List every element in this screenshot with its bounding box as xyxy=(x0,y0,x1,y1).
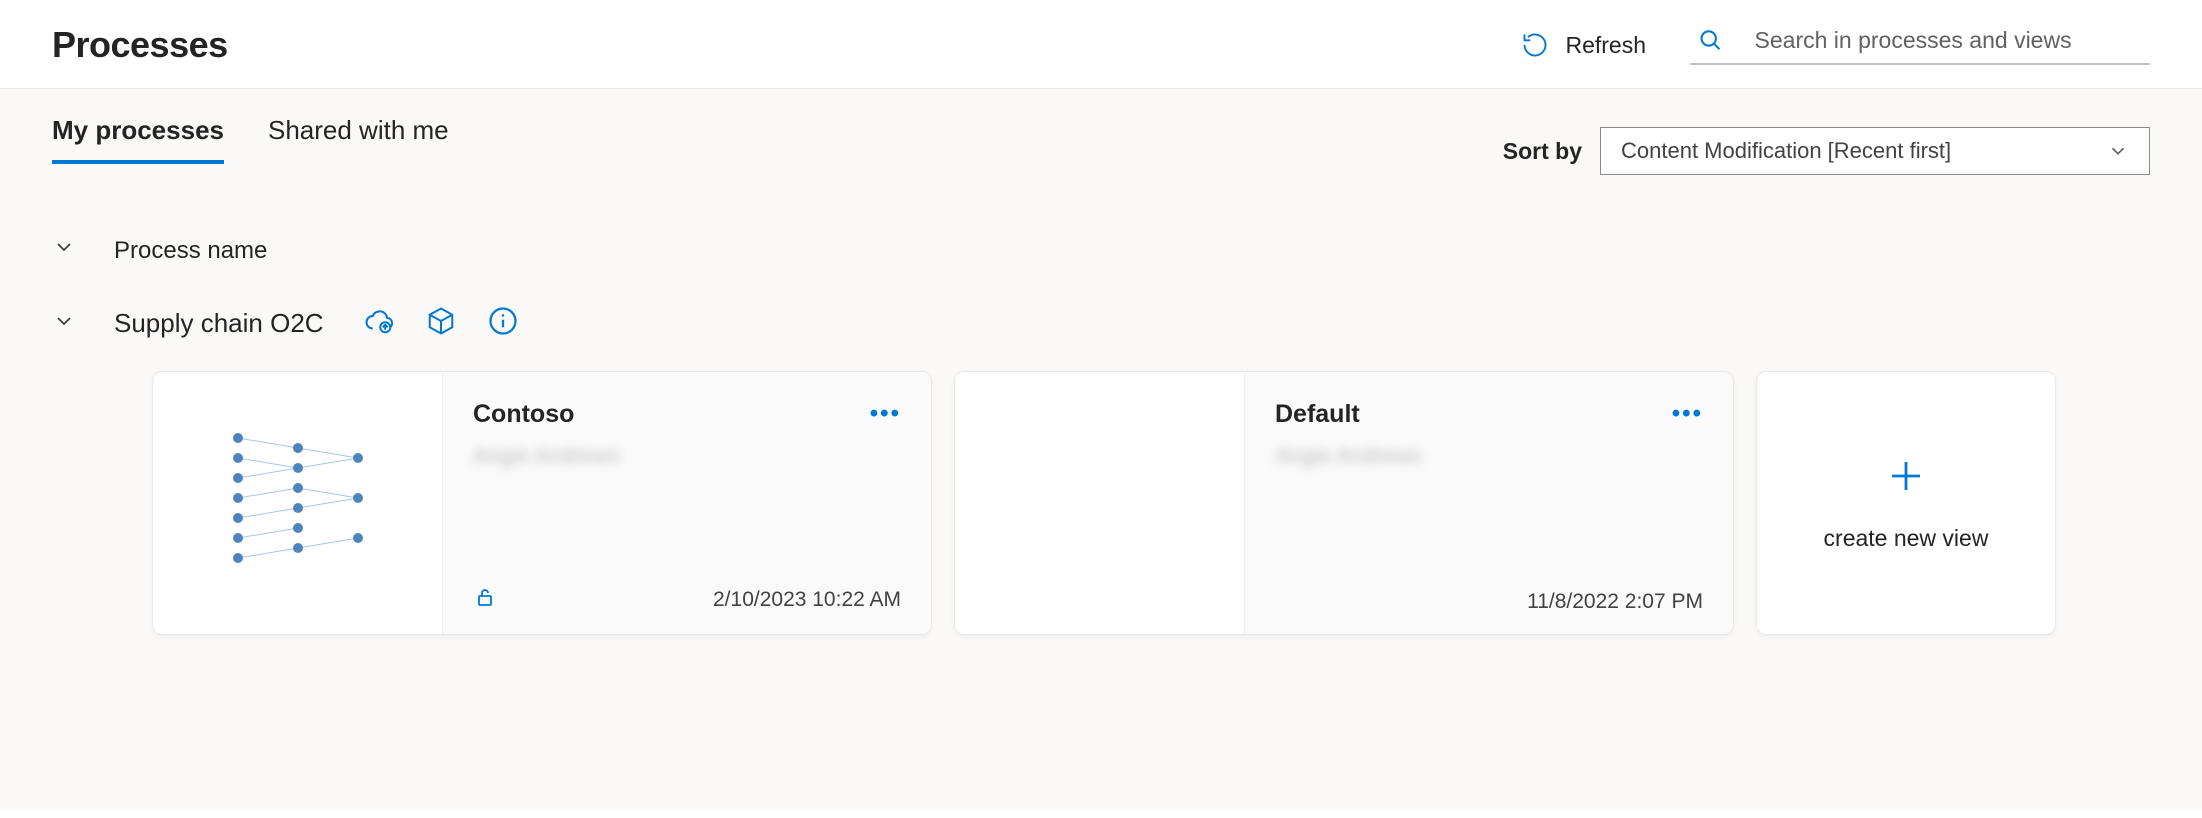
view-card-title: Contoso xyxy=(473,400,901,429)
chevron-down-icon xyxy=(52,235,76,259)
view-card-date: 11/8/2022 2:07 PM xyxy=(1527,590,1703,614)
sort-label: Sort by xyxy=(1503,138,1582,165)
search-icon xyxy=(1698,26,1723,54)
page-title: Processes xyxy=(52,24,228,66)
view-thumbnail xyxy=(153,372,443,634)
tabs: My processes Shared with me xyxy=(52,115,449,164)
tab-shared-with-me[interactable]: Shared with me xyxy=(268,115,449,164)
group-header: Process name xyxy=(52,235,2150,266)
refresh-button[interactable]: Refresh xyxy=(1521,31,1646,59)
refresh-label: Refresh xyxy=(1565,32,1646,59)
group-collapse-toggle[interactable] xyxy=(52,235,76,266)
refresh-icon xyxy=(1521,31,1549,59)
search-box[interactable] xyxy=(1690,26,2150,65)
view-card-meta: Default Angie Andrews ••• 11/8/2022 2:07… xyxy=(1245,372,1733,634)
view-card[interactable]: Contoso Angie Andrews ••• 2/10/2023 10:2… xyxy=(152,371,932,635)
process-group: Process name Supply chain O2C xyxy=(52,235,2150,635)
view-card-footer: 2/10/2023 10:22 AM xyxy=(473,585,901,614)
view-card-date: 2/10/2023 10:22 AM xyxy=(713,588,901,612)
search-input[interactable] xyxy=(1753,26,2142,55)
sort-control: Sort by Content Modification [Recent fir… xyxy=(1503,127,2150,175)
sort-selected-value: Content Modification [Recent first] xyxy=(1621,138,1951,164)
tab-my-processes[interactable]: My processes xyxy=(52,115,224,164)
content-area: My processes Shared with me Sort by Cont… xyxy=(0,89,2202,809)
process-row: Supply chain O2C xyxy=(52,306,2150,341)
process-map-thumbnail-icon xyxy=(198,418,398,588)
create-new-view-label: create new view xyxy=(1824,525,1989,552)
content-top-row: My processes Shared with me Sort by Cont… xyxy=(52,115,2150,175)
view-card-footer: 11/8/2022 2:07 PM xyxy=(1275,590,1703,614)
create-new-view-button[interactable]: create new view xyxy=(1756,371,2056,635)
page-header: Processes Refresh xyxy=(0,0,2202,89)
plus-icon xyxy=(1885,455,1927,497)
chevron-down-icon xyxy=(2107,140,2129,162)
chevron-down-icon xyxy=(52,309,76,333)
sort-dropdown[interactable]: Content Modification [Recent first] xyxy=(1600,127,2150,175)
group-title: Process name xyxy=(114,237,267,265)
package-icon[interactable] xyxy=(426,306,456,341)
view-card-title: Default xyxy=(1275,400,1703,429)
view-card-more-button[interactable]: ••• xyxy=(1672,400,1703,428)
process-name[interactable]: Supply chain O2C xyxy=(114,308,324,339)
info-icon[interactable] xyxy=(488,306,518,341)
view-card-owner: Angie Andrews xyxy=(473,443,901,469)
view-thumbnail xyxy=(955,372,1245,634)
cloud-upload-icon[interactable] xyxy=(364,306,394,341)
view-cards: Contoso Angie Andrews ••• 2/10/2023 10:2… xyxy=(152,371,2150,635)
view-card[interactable]: Default Angie Andrews ••• 11/8/2022 2:07… xyxy=(954,371,1734,635)
lock-icon xyxy=(473,585,497,614)
view-card-owner: Angie Andrews xyxy=(1275,443,1703,469)
view-card-more-button[interactable]: ••• xyxy=(870,400,901,428)
view-card-meta: Contoso Angie Andrews ••• 2/10/2023 10:2… xyxy=(443,372,931,634)
header-actions: Refresh xyxy=(1521,26,2150,65)
process-collapse-toggle[interactable] xyxy=(52,309,76,338)
